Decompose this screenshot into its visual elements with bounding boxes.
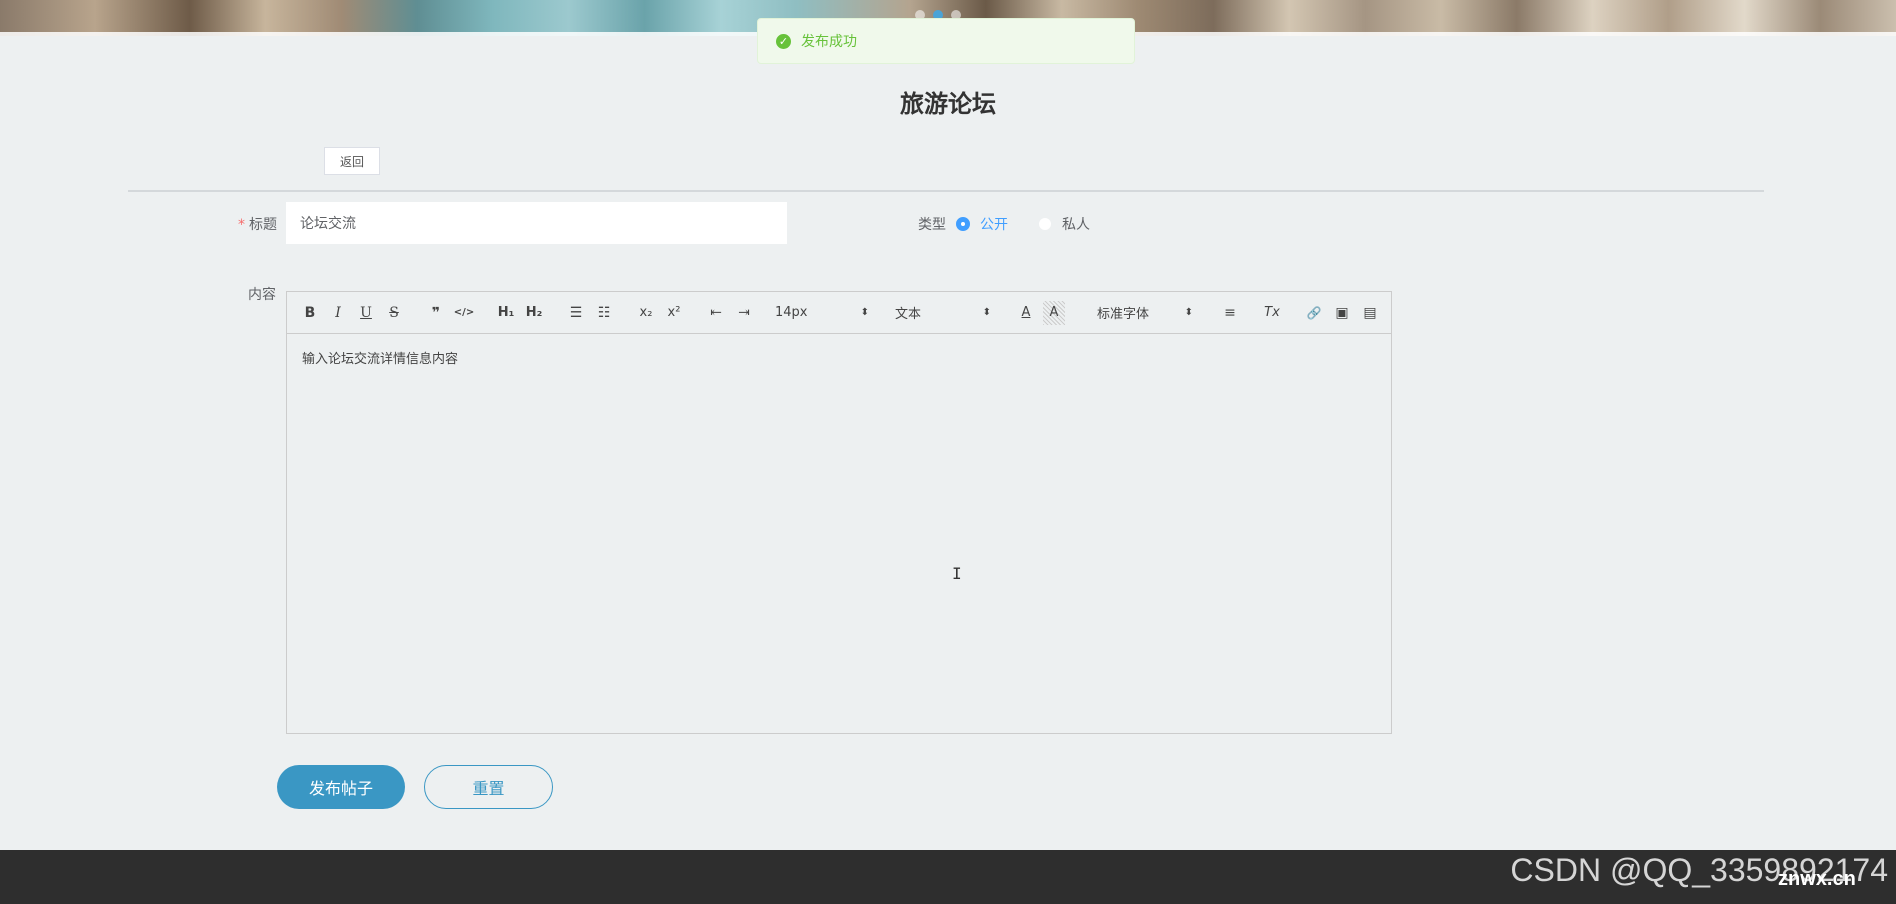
video-icon[interactable]: ▤ [1359, 301, 1381, 325]
code-block-button[interactable]: </> [453, 301, 475, 325]
radio-private-label: 私人 [1062, 217, 1090, 233]
header-value: 文本 [895, 307, 922, 322]
font-size-picker[interactable]: 14px ⬍ [775, 305, 869, 320]
align-left-button[interactable]: ≡ [1219, 301, 1241, 325]
radio-public[interactable]: 公开 [956, 214, 1008, 234]
radio-private[interactable]: 私人 [1038, 214, 1090, 234]
text-color-button[interactable]: A [1015, 301, 1037, 325]
image-icon[interactable]: ▣ [1331, 301, 1353, 325]
radio-circle [956, 217, 970, 231]
chevron-updown-icon: ⬍ [1184, 307, 1193, 318]
font-family-value: 标准字体 [1097, 307, 1150, 322]
type-label: 类型 [918, 217, 946, 233]
required-marker: * [238, 217, 245, 233]
title-label-text: 标题 [249, 217, 277, 233]
underline-button[interactable]: U [355, 301, 377, 325]
rich-text-editor: B I U S ❞ </> H₁ H₂ ☰ ☷ x₂ x² ⇤ ⇥ 14px ⬍… [286, 291, 1392, 734]
watermark-site: znwx.cn [1778, 868, 1856, 890]
font-size-value: 14px [775, 305, 808, 320]
blockquote-button[interactable]: ❞ [425, 301, 447, 325]
header-picker[interactable]: 文本 ⬍ [895, 303, 991, 322]
bold-button[interactable]: B [299, 301, 321, 325]
bullet-list-button[interactable]: ☷ [593, 301, 615, 325]
page-title: 旅游论坛 [900, 90, 996, 118]
check-circle-icon: ✓ [776, 33, 791, 49]
h2-button[interactable]: H₂ [523, 301, 545, 325]
ordered-list-button[interactable]: ☰ [565, 301, 587, 325]
editor-toolbar: B I U S ❞ </> H₁ H₂ ☰ ☷ x₂ x² ⇤ ⇥ 14px ⬍… [287, 292, 1391, 334]
reset-button[interactable]: 重置 [424, 765, 553, 809]
link-icon[interactable]: 🔗 [1303, 301, 1325, 325]
chevron-updown-icon: ⬍ [982, 307, 991, 318]
text-cursor-icon: I [952, 564, 962, 583]
radio-circle [1038, 217, 1052, 231]
font-family-picker[interactable]: 标准字体 ⬍ [1097, 303, 1193, 322]
superscript-button[interactable]: x² [663, 301, 685, 325]
editor-content[interactable]: 输入论坛交流详情信息内容 [287, 334, 1391, 734]
back-button[interactable]: 返回 [324, 147, 380, 175]
content-label: 内容 [248, 287, 276, 303]
h1-button[interactable]: H₁ [495, 301, 517, 325]
success-toast: ✓ 发布成功 [757, 18, 1135, 64]
submit-post-button[interactable]: 发布帖子 [277, 765, 405, 809]
italic-button[interactable]: I [327, 301, 349, 325]
indent-button[interactable]: ⇥ [733, 301, 755, 325]
radio-public-label: 公开 [980, 217, 1008, 233]
title-label: * 标题 [238, 214, 277, 234]
toast-message: 发布成功 [801, 34, 857, 50]
outdent-button[interactable]: ⇤ [705, 301, 727, 325]
divider [128, 190, 1764, 192]
strike-button[interactable]: S [383, 301, 405, 325]
subscript-button[interactable]: x₂ [635, 301, 657, 325]
title-input[interactable] [286, 202, 787, 244]
background-color-button[interactable]: A [1043, 300, 1065, 325]
chevron-updown-icon: ⬍ [860, 307, 869, 318]
clear-format-button[interactable]: Tx [1261, 301, 1283, 325]
